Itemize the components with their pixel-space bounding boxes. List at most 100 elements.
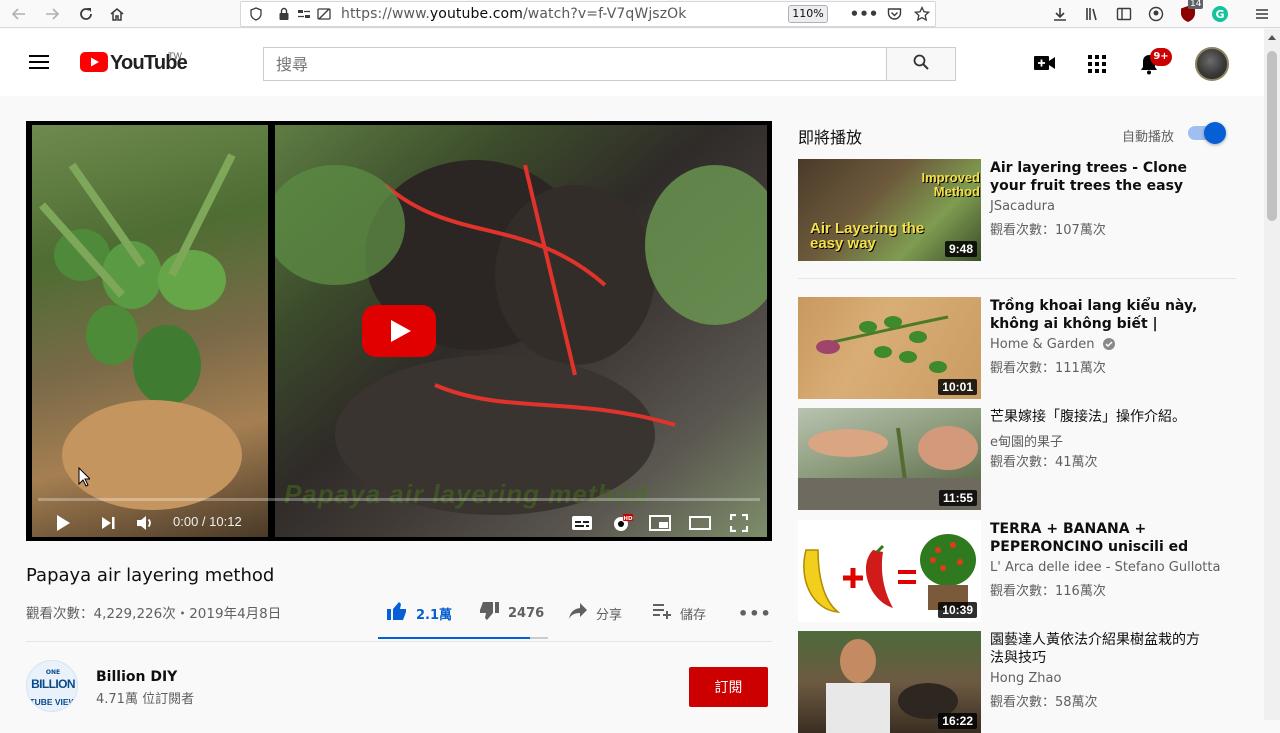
- channel-name[interactable]: e甸園的果子: [990, 431, 1063, 450]
- video-title-link[interactable]: Air layering trees - Clone your fruit tr…: [990, 159, 1212, 195]
- video-duration: 11:55: [938, 490, 977, 506]
- recommended-video[interactable]: Improved Method Air Layering the easy wa…: [798, 159, 1238, 261]
- browser-toolbar: https://www.youtube.com/watch?v=f-V7qWjs…: [0, 0, 1280, 28]
- scroll-thumb[interactable]: [1267, 51, 1277, 221]
- home-icon[interactable]: [106, 3, 128, 25]
- search-button[interactable]: [886, 47, 956, 81]
- video-thumbnail[interactable]: 11:55: [798, 408, 981, 510]
- video-frame-papaya-tree: [32, 125, 268, 537]
- youtube-masthead: YouTube TW 9+: [0, 29, 1264, 96]
- channel-name[interactable]: JSacadura: [990, 199, 1055, 214]
- like-button[interactable]: 2.1萬: [386, 601, 452, 625]
- page-actions-icon[interactable]: •••: [850, 3, 879, 25]
- url-text[interactable]: https://www.youtube.com/watch?v=f-V7qWjs…: [341, 6, 686, 22]
- save-to-playlist-button[interactable]: 儲存: [652, 601, 706, 625]
- channel-avatar[interactable]: ONE BILLION TUBE VIEW: [26, 660, 78, 712]
- channel-name[interactable]: L' Arca delle idee - Stefano Gullotta: [990, 560, 1220, 575]
- shield-icon[interactable]: [245, 3, 267, 25]
- sidebar-toggle-icon[interactable]: [1113, 3, 1135, 25]
- grammarly-icon[interactable]: G: [1209, 3, 1231, 25]
- miniplayer-icon[interactable]: [647, 510, 673, 536]
- recommended-video[interactable]: 16:22 園藝達人黃依法介紹果樹盆栽的方法與技巧 Hong Zhao 觀看次數…: [798, 631, 1238, 733]
- account-icon[interactable]: [1145, 3, 1167, 25]
- subtitles-icon[interactable]: [569, 510, 595, 536]
- player-controls: 0:00 / 10:12 HD: [26, 504, 772, 541]
- progress-bar[interactable]: [38, 498, 760, 501]
- share-button[interactable]: 分享: [568, 601, 622, 625]
- sentiment-bar-fill: [378, 637, 531, 639]
- app-menu-icon[interactable]: [1251, 3, 1273, 25]
- logo-region-code: TW: [168, 51, 182, 61]
- avatar-text-top: ONE: [46, 669, 60, 676]
- video-duration: 9:48: [944, 241, 977, 257]
- video-thumbnail[interactable]: 10:01: [798, 297, 981, 399]
- video-title-link[interactable]: 芒果嫁接「腹接法」操作介紹。: [990, 408, 1212, 426]
- recommended-video[interactable]: 11:55 芒果嫁接「腹接法」操作介紹。 e甸園的果子 觀看次數：41萬次: [798, 408, 1238, 510]
- recommended-video[interactable]: 10:39 TERRA + BANANA + PEPERONCINO unisc…: [798, 520, 1238, 622]
- video-thumbnail[interactable]: 16:22: [798, 631, 981, 733]
- scroll-up-arrow-icon[interactable]: [1268, 35, 1276, 40]
- dislike-count: 2476: [508, 605, 545, 621]
- volume-icon[interactable]: [132, 510, 158, 536]
- recommended-video[interactable]: 10:01 Trồng khoai lang kiểu này, không a…: [798, 297, 1238, 399]
- extension-badge: 14: [1188, 0, 1204, 9]
- next-video-icon[interactable]: [95, 510, 121, 536]
- channel-name-text: Home & Garden: [990, 337, 1095, 352]
- video-title-link[interactable]: 園藝達人黃依法介紹果樹盆栽的方法與技巧: [990, 631, 1212, 667]
- large-play-button-icon[interactable]: [362, 305, 436, 357]
- time-display: 0:00 / 10:12: [173, 514, 242, 529]
- channel-name[interactable]: Billion DIY: [96, 669, 177, 685]
- library-icon[interactable]: [1081, 3, 1103, 25]
- more-actions-icon[interactable]: •••: [738, 601, 772, 625]
- reload-icon[interactable]: [75, 3, 97, 25]
- zoom-level-badge[interactable]: 110%: [788, 5, 828, 23]
- search-box[interactable]: [263, 47, 887, 81]
- view-count: 觀看次數：116萬次: [990, 584, 1106, 599]
- video-frame-air-layering-bags: [265, 125, 772, 537]
- channel-name[interactable]: Hong Zhao: [990, 671, 1061, 686]
- video-player[interactable]: Papaya air layering method 0:00 / 10:12 …: [26, 121, 772, 541]
- url-path: /watch?v=f-V7qWjszOk: [522, 6, 687, 22]
- page-scrollbar[interactable]: [1264, 29, 1280, 720]
- dislike-button[interactable]: 2476: [478, 601, 544, 625]
- channel-name[interactable]: Home & Garden: [990, 337, 1115, 354]
- sentiment-bar: [378, 637, 548, 639]
- theater-mode-icon[interactable]: [687, 510, 713, 536]
- channel-subscriber-count: 4.71萬 位訂閱者: [96, 692, 195, 707]
- share-arrow-icon: [568, 602, 588, 624]
- apps-grid-icon[interactable]: [1088, 55, 1106, 77]
- ublock-extension-icon[interactable]: 14: [1177, 0, 1204, 25]
- download-icon[interactable]: [1049, 3, 1071, 25]
- search-input[interactable]: [264, 48, 886, 80]
- view-count: 觀看次數：41萬次: [990, 455, 1098, 470]
- permissions-icon[interactable]: [293, 3, 315, 25]
- bookmark-star-icon[interactable]: [911, 3, 933, 25]
- hamburger-menu-icon[interactable]: [28, 53, 50, 71]
- video-title-link[interactable]: Trồng khoai lang kiểu này, không ai khôn…: [990, 297, 1212, 333]
- autoplay-toggle-knob[interactable]: [1204, 122, 1226, 144]
- video-title-link[interactable]: TERRA + BANANA + PEPERONCINO uniscili ed…: [990, 520, 1212, 556]
- notification-count-badge: 9+: [1150, 48, 1172, 66]
- forward-arrow-icon[interactable]: [41, 3, 63, 25]
- youtube-logo-icon[interactable]: [80, 52, 108, 72]
- create-video-icon[interactable]: [1034, 55, 1056, 75]
- address-bar[interactable]: https://www.youtube.com/watch?v=f-V7qWjs…: [240, 1, 936, 27]
- play-icon[interactable]: [50, 510, 76, 536]
- lock-icon[interactable]: [273, 3, 295, 25]
- pocket-icon[interactable]: [883, 3, 905, 25]
- back-arrow-icon[interactable]: [8, 3, 30, 25]
- video-thumbnail[interactable]: 10:39: [798, 520, 981, 622]
- video-thumbnail[interactable]: Improved Method Air Layering the easy wa…: [798, 159, 981, 261]
- user-avatar[interactable]: [1195, 47, 1229, 81]
- fullscreen-icon[interactable]: [726, 510, 752, 536]
- share-label: 分享: [596, 607, 623, 623]
- autoplay-blocked-icon[interactable]: [313, 3, 335, 25]
- mouse-cursor-icon: [78, 466, 92, 491]
- video-title: Papaya air layering method: [26, 565, 275, 586]
- url-domain: youtube.com: [429, 6, 523, 22]
- settings-gear-icon[interactable]: HD: [609, 510, 635, 536]
- url-prefix: https://www.: [341, 6, 430, 22]
- view-count: 觀看次數：58萬次: [990, 695, 1098, 710]
- subscribe-button[interactable]: 訂閱: [689, 667, 768, 707]
- video-duration: 10:39: [938, 602, 977, 618]
